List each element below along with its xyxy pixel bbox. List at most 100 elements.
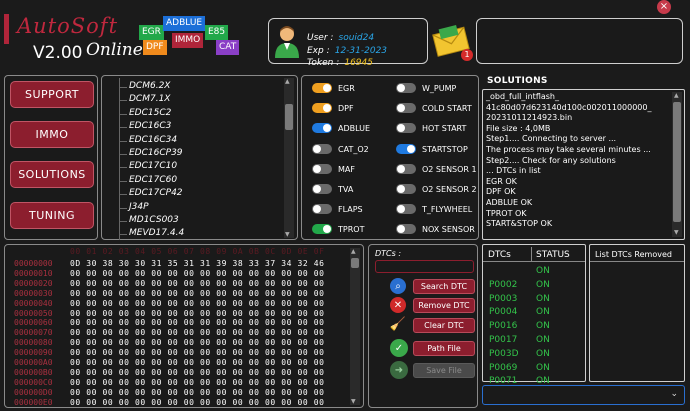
clear-dtc-button[interactable]: Clear DTC [413,318,475,333]
search-icon: ⌕ [390,278,406,294]
broom-icon: 🧹 [389,316,407,332]
toggle-knob [397,164,405,173]
dtc-code-cell[interactable]: P0069 [489,363,517,373]
ecu-list-item[interactable]: DCM7.1X [129,94,170,104]
ecu-list-item[interactable]: EDC17C60 [129,175,177,185]
toggle-label: T_FLYWHEEL [422,205,473,215]
ecu-list-item[interactable]: MEVD17.4.4 [129,228,184,237]
toggle-nox-sensor[interactable] [396,224,416,235]
dtc-status-cell: ON [536,348,550,359]
hex-bytes: 00 00 00 00 00 00 00 00 00 00 00 00 00 0… [70,338,325,348]
menu-support-button[interactable]: SUPPORT [10,81,94,108]
scroll-up-icon[interactable]: ▲ [285,78,290,85]
brand-version: V2.00 [33,43,83,63]
dtc-status-cell: ON [536,376,550,384]
dtc-status-cell: ON [536,321,550,332]
ecu-list-item[interactable]: EDC16C3 [129,121,171,131]
save-file-button[interactable]: Save File [413,363,475,378]
hex-row: 000000B0 00 00 00 00 00 00 00 00 00 00 00… [14,368,325,377]
ecu-list-item[interactable]: EDC16C34 [129,135,177,145]
toggle-knob [323,104,331,113]
dtc-code-cell[interactable]: P0002 [489,280,517,290]
menu-tuning-button[interactable]: TUNING [10,202,94,229]
tree-branch [119,207,127,209]
hex-address: 000000C0 [14,377,53,387]
search-dtc-button[interactable]: Search DTC [413,279,475,294]
toggle-egr[interactable] [312,83,332,93]
hex-address: 00000040 [14,298,53,308]
solutions-scroll-thumb[interactable] [673,102,681,222]
hex-column-header: 00 01 02 03 04 05 06 07 08 09 0A 0B 0C 0… [70,247,325,256]
dtc-code-cell[interactable]: P0016 [489,321,517,331]
menu-solutions-button[interactable]: SOLUTIONS [10,161,94,188]
ecu-list-item[interactable]: J34P [129,202,149,212]
ecu-list-item[interactable]: MD1CS003 [129,215,179,225]
user-info-panel: User : souid24 Exp : 12-31-2023 Token : … [268,18,428,68]
solution-log-line: 41c80d07d623140d100c002011000000_ [486,102,652,112]
toggle-tva[interactable] [312,184,332,194]
toggle-t-flywheel[interactable] [396,204,416,215]
hex-row: 00000090 00 00 00 00 00 00 00 00 00 00 00… [14,348,325,357]
hex-address: 00000070 [14,328,53,338]
toggle-knob [407,144,415,153]
close-button[interactable]: × [657,0,671,14]
path-file-button[interactable]: Path File [413,341,475,356]
toggle-startstop[interactable] [396,143,416,154]
toggle-w-pump[interactable] [396,83,416,93]
hex-address: 00000050 [14,308,53,318]
hex-row: 00000020 00 00 00 00 00 00 00 00 00 00 00… [14,279,325,288]
ecu-list-scroll-thumb[interactable] [285,104,293,130]
scroll-up-icon[interactable]: ▲ [351,248,356,255]
dtc-code-cell[interactable]: P0003 [489,294,517,304]
solution-log-line: ADBLUE OK [486,197,533,207]
scroll-down-icon[interactable]: ▼ [351,398,356,405]
hex-row: 00000080 00 00 00 00 00 00 00 00 00 00 00… [14,338,325,347]
hex-scroll-thumb[interactable] [351,258,359,268]
toggle-o2-sensor-1[interactable] [396,163,416,174]
bottom-dropdown[interactable]: ⌄ [482,385,685,405]
scroll-down-icon[interactable]: ▼ [674,229,679,236]
menu-immo-button[interactable]: IMMO [10,121,94,148]
ecu-list-item[interactable]: DCM6.2X [129,81,170,91]
toggle-tprot[interactable] [312,224,332,235]
dtc-code-cell[interactable]: P0071 [489,376,517,383]
hex-address: 00000030 [14,288,53,298]
remove-dtc-button[interactable]: Remove DTC [413,298,475,313]
tree-branch [119,100,127,102]
toggle-cat-o2[interactable] [312,143,332,154]
messages-button[interactable]: 1 [432,22,474,62]
toggle-hot-start[interactable] [396,123,416,134]
hex-address: 00000000 [14,259,53,268]
dtc-code-cell[interactable]: P003D [489,349,519,359]
ecu-list-item[interactable]: EDC17C10 [129,161,177,171]
toggle-maf[interactable] [312,163,332,174]
hex-scrollbar[interactable] [350,248,360,405]
hex-row: 00000060 00 00 00 00 00 00 00 00 00 00 00… [14,318,325,327]
toggle-cold-start[interactable] [396,103,416,114]
dtc-code-cell[interactable]: P0004 [489,307,517,317]
toggle-adblue[interactable] [312,123,332,134]
dtc-code-cell[interactable]: P0017 [489,335,517,345]
ecu-list-item[interactable]: EDC17CP42 [129,188,183,198]
scroll-up-icon[interactable]: ▲ [674,92,679,99]
toggle-label: MAF [338,164,355,174]
scroll-down-icon[interactable]: ▼ [285,231,290,238]
toggle-knob [323,225,331,234]
toggle-dpf[interactable] [312,103,332,114]
ecu-list-item[interactable]: EDC16CP39 [129,148,183,158]
dtc-input[interactable] [375,260,474,273]
hex-address: 00000080 [14,338,53,348]
brand-accent-bar [4,14,9,44]
hex-row: 000000C0 00 00 00 00 00 00 00 00 00 00 00… [14,378,325,387]
ecu-list-item[interactable]: EDC15C2 [129,108,171,118]
hex-bytes: 00 00 00 00 00 00 00 00 00 00 00 00 00 0… [70,387,325,397]
tree-branch [119,234,127,236]
toggle-flaps[interactable] [312,204,332,215]
tag-dpf: DPF [143,40,167,55]
ecu-list-scrollbar[interactable] [284,78,294,238]
toggle-label: TPROT [338,225,365,235]
toggle-label: FLAPS [338,205,363,215]
user-avatar-icon [275,26,299,58]
toggle-knob [323,84,331,92]
toggle-o2-sensor-2[interactable] [396,184,416,194]
